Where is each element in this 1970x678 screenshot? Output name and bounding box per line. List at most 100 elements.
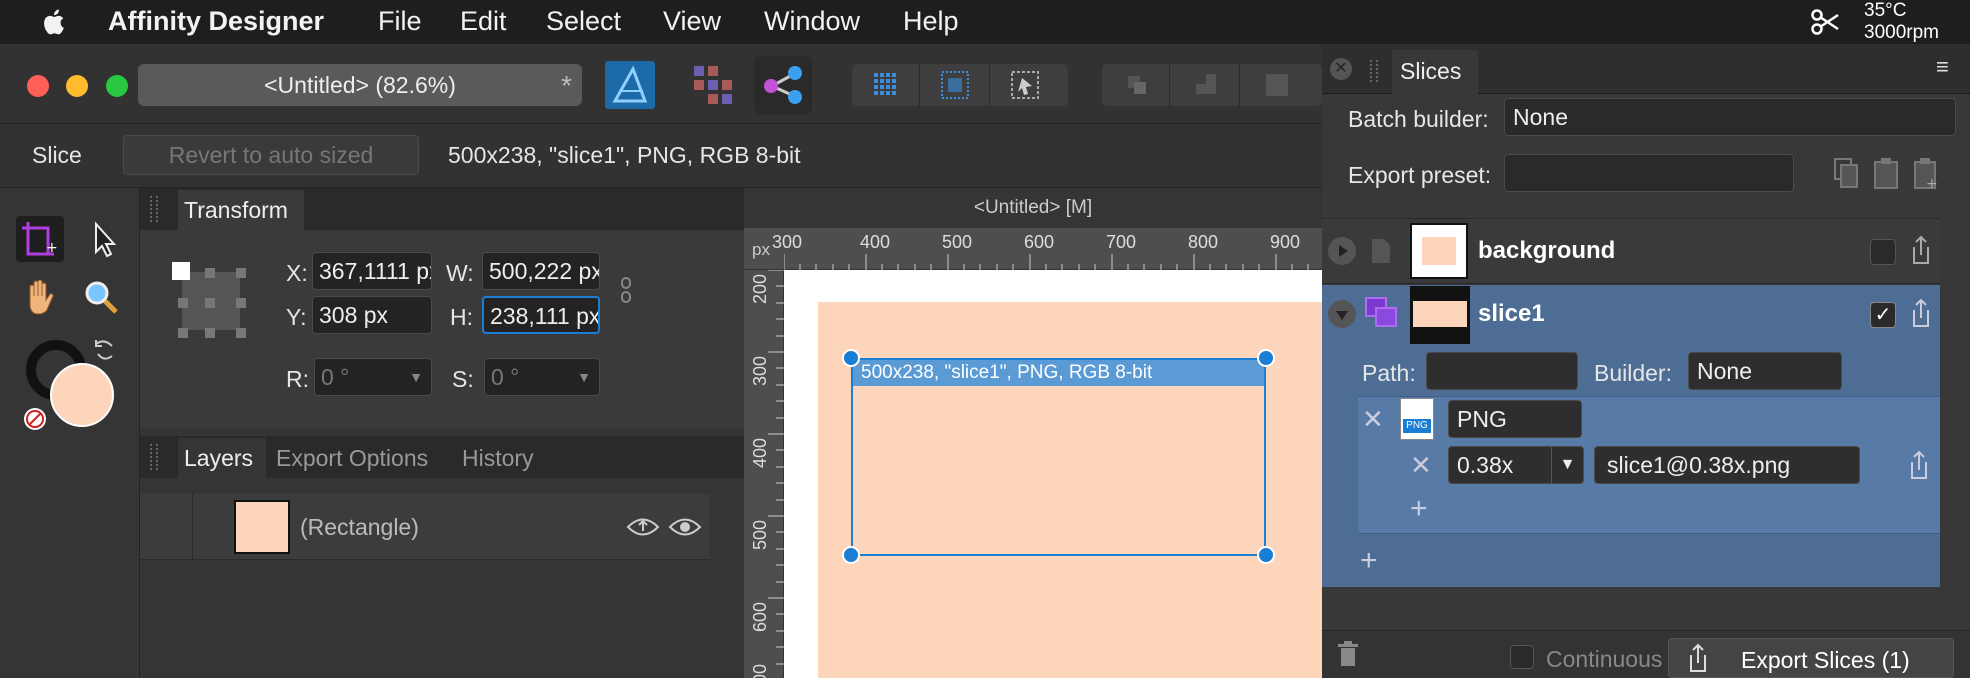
menu-edit[interactable]: Edit [460, 6, 507, 37]
slice-handle-top-left[interactable] [842, 349, 860, 367]
menu-select[interactable]: Select [546, 6, 621, 37]
menu-help[interactable]: Help [903, 6, 959, 37]
ruler-tick-label: 700 [1106, 232, 1137, 252]
layer-thumbnail [234, 500, 290, 554]
ruler-tick-label: 400 [860, 232, 891, 252]
revert-auto-size-button[interactable]: Revert to auto sized [123, 135, 419, 175]
arrange-forward-button[interactable] [1172, 64, 1240, 106]
rotation-dropdown-icon[interactable]: ▼ [409, 359, 423, 395]
slice-export-checkbox[interactable]: ✓ [1870, 302, 1896, 328]
ruler-tick-label: 600 [750, 601, 770, 632]
pixel-persona-icon[interactable] [688, 60, 738, 110]
add-format-button[interactable]: + [1360, 544, 1378, 578]
close-window-button[interactable] [27, 75, 49, 97]
move-tool-button[interactable] [84, 218, 124, 260]
fill-color-swatch[interactable] [50, 363, 114, 427]
swap-colors-icon[interactable] [90, 336, 118, 364]
panel-grip-icon[interactable] [1370, 60, 1378, 82]
add-scale-button[interactable]: + [1410, 492, 1428, 526]
tab-layers[interactable]: Layers [178, 438, 266, 478]
tool-name-label: Slice [32, 142, 82, 168]
export-slices-label: Export Slices (1) [1741, 647, 1910, 673]
export-persona-icon[interactable] [754, 56, 812, 114]
ruler-unit-label: px [752, 240, 770, 259]
menu-view[interactable]: View [663, 6, 721, 37]
scissors-icon[interactable] [1810, 9, 1840, 35]
tab-transform[interactable]: Transform [178, 190, 304, 230]
remove-format-icon[interactable]: ✕ [1362, 404, 1384, 435]
add-preset-icon[interactable]: + [1912, 156, 1940, 190]
slice-handle-top-right[interactable] [1257, 349, 1275, 367]
collapse-icon[interactable] [1328, 300, 1356, 328]
builder-select[interactable]: None [1688, 352, 1842, 390]
tab-export-options[interactable]: Export Options [276, 445, 428, 472]
export-visibility-icon[interactable] [626, 514, 660, 540]
export-single-icon[interactable] [1910, 235, 1932, 265]
zoom-tool-button[interactable] [80, 276, 122, 318]
slice-export-checkbox[interactable] [1870, 239, 1896, 265]
no-color-icon[interactable] [24, 408, 46, 430]
slice-handle-bottom-left[interactable] [842, 546, 860, 564]
close-panel-icon[interactable]: ✕ [1330, 58, 1352, 80]
width-field[interactable]: 500,222 px [482, 252, 600, 290]
eye-icon[interactable] [668, 514, 702, 540]
snapping-button[interactable] [992, 64, 1060, 106]
arrange-toolbar-group [1102, 64, 1322, 106]
zoom-window-button[interactable] [106, 75, 128, 97]
pixel-grid-button[interactable] [922, 64, 990, 106]
tab-slices[interactable]: Slices [1392, 50, 1478, 94]
link-proportions-icon[interactable] [620, 276, 632, 304]
slice-outline[interactable] [851, 358, 1266, 556]
remove-scale-icon[interactable]: ✕ [1410, 450, 1432, 481]
paste-preset-icon[interactable] [1872, 156, 1900, 190]
export-slices-button[interactable]: Export Slices (1) [1668, 638, 1954, 678]
copy-preset-icon[interactable] [1832, 156, 1860, 190]
panel-menu-icon[interactable]: ≡ [1936, 54, 1949, 80]
slices-title: Slices [1400, 58, 1462, 84]
s-label: S: [452, 366, 474, 392]
height-field[interactable]: 238,111 px [482, 296, 600, 334]
view-toolbar-group [852, 64, 1068, 106]
apple-icon[interactable] [38, 6, 72, 38]
scale-select[interactable]: 0.38x ▼ [1448, 446, 1584, 484]
path-field[interactable] [1426, 352, 1578, 390]
trash-icon[interactable] [1336, 640, 1360, 668]
export-single-icon[interactable] [1908, 450, 1930, 480]
arrange-front-button[interactable] [1242, 64, 1310, 106]
slice-label: 500x238, "slice1", PNG, RGB 8-bit [853, 360, 1264, 386]
ruler-tick-label: 800 [1188, 232, 1219, 252]
export-icon [1690, 643, 1706, 672]
filename-field[interactable]: slice1@0.38x.png [1594, 446, 1860, 484]
arrange-back-button[interactable] [1102, 64, 1170, 106]
designer-persona-icon[interactable] [605, 61, 655, 109]
format-select[interactable]: PNG [1448, 400, 1582, 438]
expand-icon[interactable] [1328, 237, 1356, 265]
rotation-field[interactable]: 0 ° ▼ [314, 358, 432, 396]
x-position-field[interactable]: 367,1111 px [312, 252, 432, 290]
grid-toggle-button[interactable] [852, 64, 920, 106]
tab-history[interactable]: History [462, 445, 534, 472]
menu-file[interactable]: File [378, 6, 422, 37]
slice-tool-button[interactable]: + [16, 216, 64, 262]
slice-row-background[interactable]: background [1322, 218, 1940, 284]
scale-dropdown-icon[interactable]: ▼ [1551, 447, 1583, 483]
document-tab[interactable]: <Untitled> (82.6%) * [138, 64, 582, 106]
panel-grip-icon[interactable] [150, 196, 158, 222]
shear-field[interactable]: 0 ° ▼ [484, 358, 600, 396]
panel-grip-icon[interactable] [150, 444, 158, 470]
export-single-icon[interactable] [1910, 298, 1932, 328]
anchor-point-selector[interactable] [172, 262, 250, 344]
shear-dropdown-icon[interactable]: ▼ [577, 359, 591, 395]
slice-handle-bottom-right[interactable] [1257, 546, 1275, 564]
vertical-ruler[interactable]: 200 300 400 500 600 700 [744, 270, 784, 678]
menu-window[interactable]: Window [764, 6, 860, 37]
horizontal-ruler[interactable]: px 300 400 500 600 700 800 900 [744, 228, 1322, 270]
y-position-field[interactable]: 308 px [312, 296, 432, 334]
layer-row[interactable]: (Rectangle) [140, 494, 710, 560]
continuous-checkbox[interactable] [1510, 645, 1534, 669]
batch-builder-select[interactable]: None [1504, 98, 1956, 136]
app-name-menu[interactable]: Affinity Designer [108, 6, 324, 37]
minimize-window-button[interactable] [66, 75, 88, 97]
export-preset-select[interactable] [1504, 154, 1794, 192]
hand-tool-button[interactable] [20, 276, 60, 318]
